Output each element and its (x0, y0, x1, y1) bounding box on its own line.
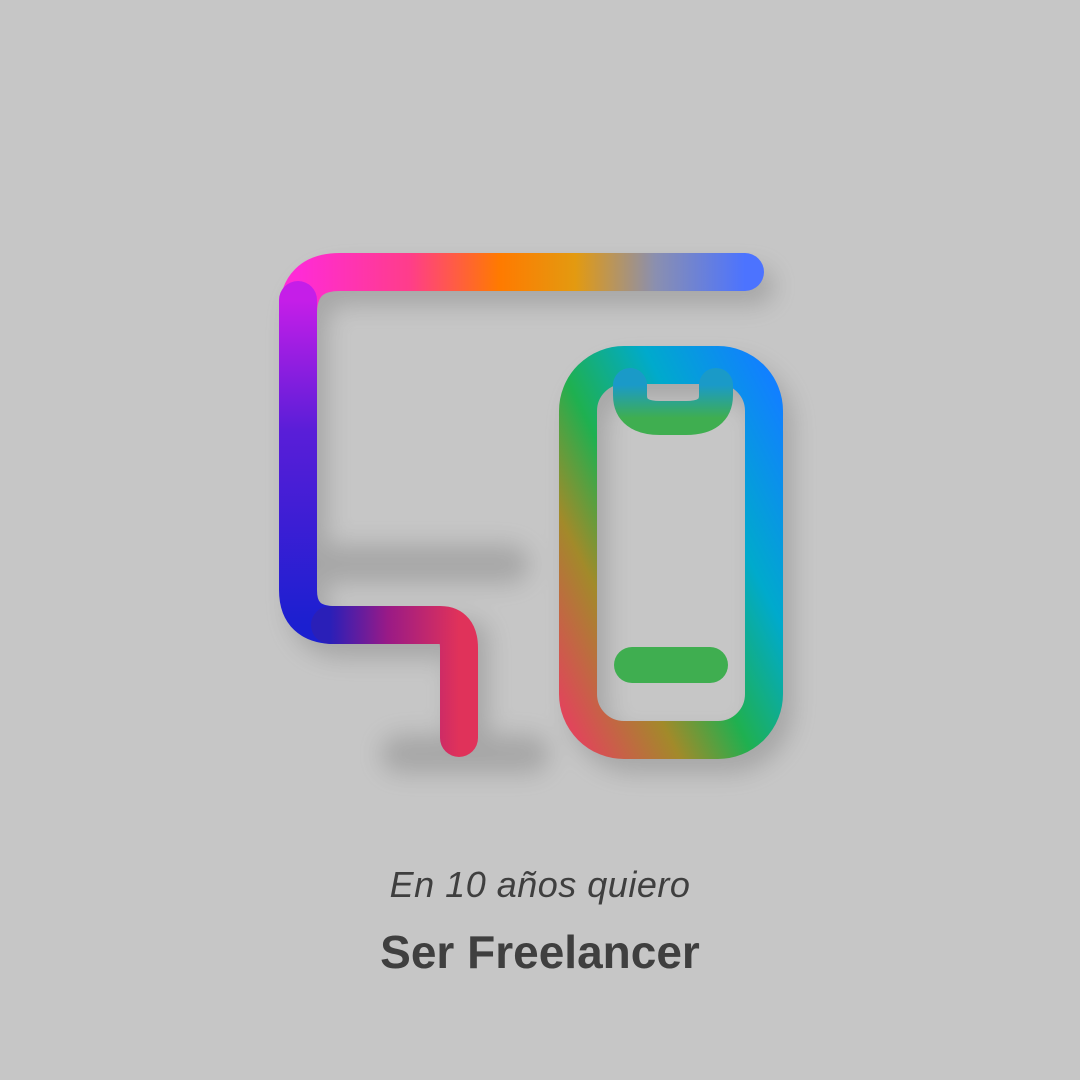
monitor-and-smartphone-icon (279, 253, 793, 773)
poster: En 10 años quiero Ser Freelancer (0, 0, 1080, 1080)
title-text: Ser Freelancer (380, 926, 700, 978)
devices-illustration (0, 0, 1080, 820)
subtitle-text: En 10 años quiero (389, 864, 691, 905)
